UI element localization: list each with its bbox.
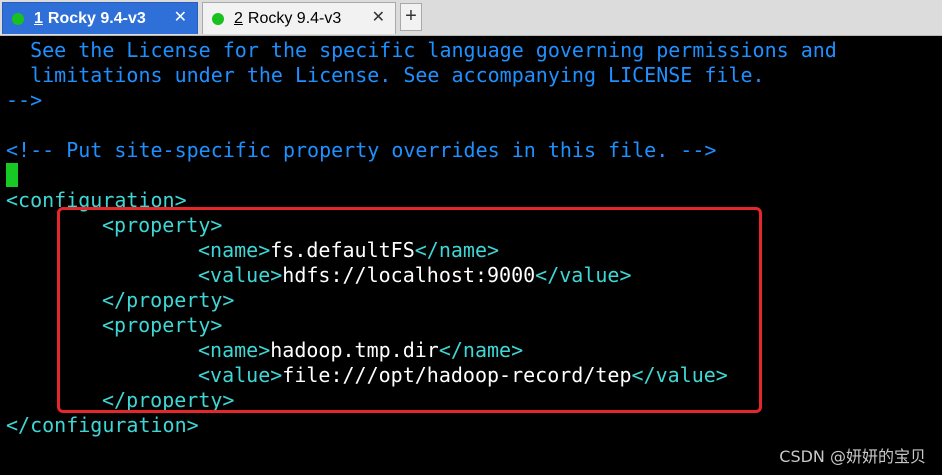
site-comment-line: <!-- Put site-specific property override… [6,138,717,162]
text-cursor [6,163,18,187]
close-tab-icon[interactable]: ✕ [174,9,187,27]
tab-number: 2 [234,9,243,27]
tab-session-2[interactable]: 2 Rocky 9.4-v3 ✕ [202,2,396,34]
connected-status-icon [212,12,224,25]
configuration-close-tag: </configuration> [6,413,199,437]
tab-title: Rocky 9.4-v3 [247,9,342,27]
watermark: CSDN @妍妍的宝贝 [779,447,926,466]
tab-bar: 1 Rocky 9.4-v3 ✕ 2 Rocky 9.4-v3 ✕ + [0,0,942,36]
license-comment-line: See the License for the specific languag… [6,38,837,62]
red-highlight-box [57,207,762,413]
tab-number: 1 [34,9,43,27]
comment-end-line: --> [6,88,43,112]
new-tab-button[interactable]: + [400,3,422,31]
connected-status-icon [12,12,24,25]
tab-title: Rocky 9.4-v3 [47,9,146,27]
terminal-output[interactable]: See the License for the specific languag… [0,36,942,475]
tab-session-1[interactable]: 1 Rocky 9.4-v3 ✕ [2,2,198,34]
license-comment-line: limitations under the License. See accom… [6,63,765,87]
close-tab-icon[interactable]: ✕ [372,9,385,27]
